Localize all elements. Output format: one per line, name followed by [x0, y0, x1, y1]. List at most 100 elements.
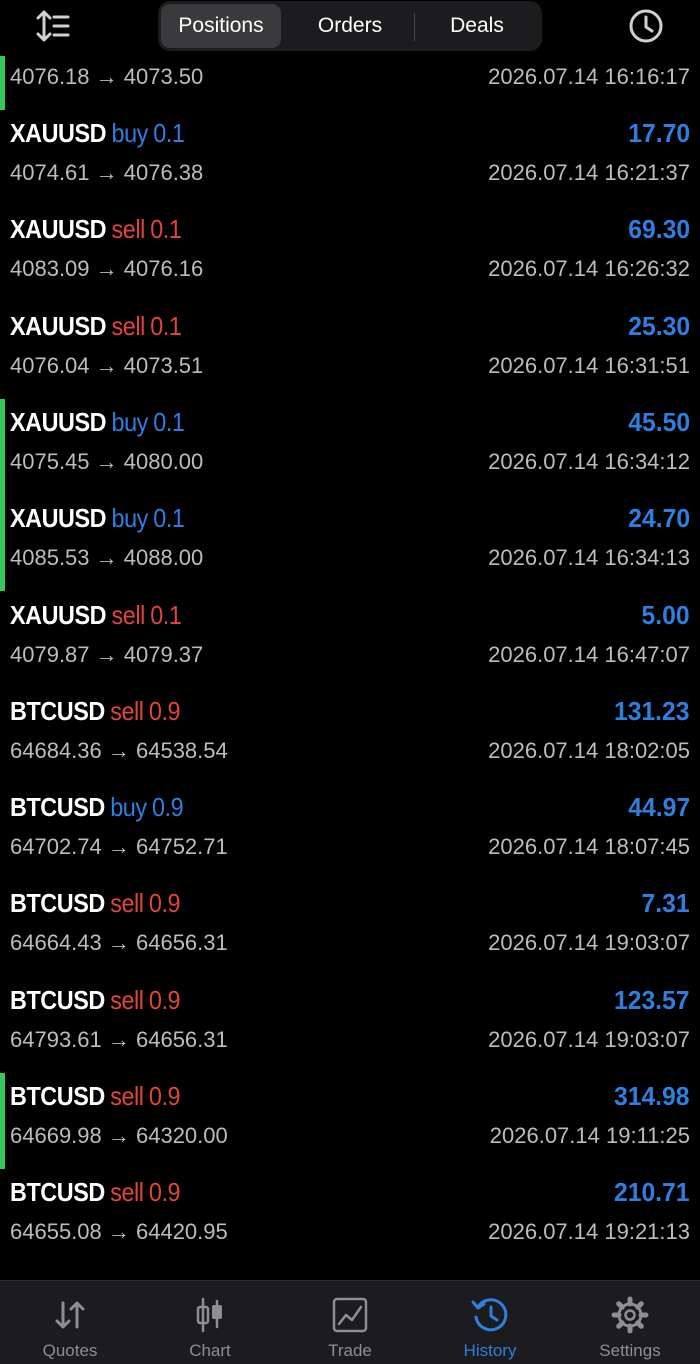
- deal-symbol: XAUUSD: [10, 503, 107, 534]
- price-range: 4074.61 → 4076.38: [10, 160, 204, 185]
- deal-title: XAUUSD sell 0.1: [10, 214, 182, 245]
- deal-volume: 0.1: [150, 599, 182, 630]
- deal-profit: 210.71: [614, 1177, 690, 1208]
- history-segmented-control: Positions Orders Deals: [158, 1, 542, 51]
- highlight-bar: [0, 1073, 5, 1169]
- deal-profit: 131.23: [614, 695, 690, 726]
- deal-symbol: XAUUSD: [10, 310, 107, 341]
- deal-time: 2026.07.14 16:21:37: [488, 160, 690, 185]
- tab-trade[interactable]: Trade: [280, 1281, 420, 1364]
- deal-side: sell: [110, 888, 144, 919]
- tab-deals[interactable]: Deals: [415, 4, 539, 48]
- deal-profit: 24.70: [628, 503, 690, 534]
- gear-icon: [611, 1296, 649, 1334]
- price-range: 4075.45 → 4080.00: [10, 448, 204, 474]
- list-item[interactable]: BTCUSD sell 0.9 131.23 64684.36 → 64538.54 20…: [0, 688, 700, 784]
- list-item[interactable]: XAUUSD sell 0.1 5.00 4079.87 → 4079.37 2026.0…: [0, 592, 700, 688]
- history-icon: [471, 1298, 508, 1332]
- deal-title: XAUUSD sell 0.1: [10, 599, 182, 631]
- clock-icon: [629, 9, 663, 43]
- deal-symbol: BTCUSD: [10, 792, 105, 823]
- deal-profit: 44.97: [628, 792, 690, 823]
- deal-time: 2026.07.14 19:03:07: [488, 930, 690, 956]
- deal-time: 2026.07.14 16:34:12: [488, 448, 690, 474]
- deal-volume: 0.9: [148, 1177, 181, 1208]
- deal-side: buy: [111, 118, 149, 148]
- deal-time: 2026.07.14 19:21:13: [488, 1219, 690, 1245]
- deal-time: 2026.07.14 16:34:13: [488, 545, 690, 571]
- tab-label: Settings: [599, 1341, 661, 1360]
- deal-side: sell: [110, 984, 144, 1015]
- deal-time: 2026.07.14 16:26:32: [488, 256, 690, 282]
- deal-symbol: BTCUSD: [10, 695, 105, 726]
- deal-volume: 0.1: [153, 503, 185, 534]
- price-range: 64669.98 → 64320.00: [10, 1123, 228, 1148]
- deal-time: 2026.07.14 19:11:25: [489, 1123, 690, 1148]
- deal-side: sell: [111, 310, 146, 341]
- deal-profit: 7.31: [641, 888, 690, 919]
- price-range: 4076.18 → 4073.50: [10, 64, 204, 89]
- list-item[interactable]: XAUUSD buy 0.1 45.50 4075.45 → 4080.00 2026.0…: [0, 398, 700, 495]
- deal-symbol: XAUUSD: [10, 214, 107, 245]
- tab-label: History: [463, 1341, 517, 1360]
- list-item[interactable]: XAUUSD buy 0.1 24.70 4085.53 → 4088.00 2026.0…: [0, 495, 700, 592]
- deal-symbol: BTCUSD: [10, 888, 105, 919]
- highlight-bar: [0, 56, 5, 110]
- trade-icon: [332, 1297, 368, 1333]
- deal-volume: 0.9: [148, 695, 181, 726]
- deal-volume: 0.9: [151, 792, 184, 823]
- quotes-icon: [55, 1301, 85, 1329]
- price-range: 4083.09 → 4076.16: [10, 256, 204, 282]
- deal-time: 2026.07.14 18:02:05: [488, 737, 690, 763]
- deal-volume: 0.9: [148, 1081, 181, 1111]
- deal-side: sell: [110, 1177, 144, 1208]
- list-item[interactable]: BTCUSD sell 0.9 123.57 64793.61 → 64656.31 20…: [0, 977, 700, 1073]
- deal-title: XAUUSD buy 0.1: [10, 406, 185, 438]
- deal-side: buy: [111, 406, 149, 437]
- sort-button[interactable]: [34, 8, 72, 44]
- deal-volume: 0.1: [150, 310, 182, 341]
- list-item[interactable]: BTCUSD sell 0.9 314.98 64669.98 → 64320.00 20…: [0, 1073, 700, 1169]
- list-item[interactable]: XAUUSD sell 0.1 69.30 4083.09 → 4076.16 2026.…: [0, 206, 700, 302]
- list-item[interactable]: 4076.18 → 4073.50 2026.07.14 16:16:17: [0, 56, 700, 110]
- deal-profit: 123.57: [614, 984, 690, 1015]
- deal-title: XAUUSD buy 0.1: [10, 503, 185, 534]
- deal-title: BTCUSD sell 0.9: [10, 1081, 181, 1112]
- tab-label: Quotes: [42, 1341, 98, 1360]
- period-button[interactable]: [626, 6, 666, 46]
- deal-symbol: BTCUSD: [10, 1177, 105, 1208]
- deal-side: buy: [111, 503, 149, 534]
- deal-time: 2026.07.14 18:07:45: [488, 834, 690, 860]
- tab-positions[interactable]: Positions: [161, 4, 281, 48]
- deal-volume: 0.9: [148, 984, 181, 1015]
- tab-quotes[interactable]: Quotes: [0, 1281, 140, 1364]
- deal-symbol: XAUUSD: [10, 118, 107, 148]
- list-item[interactable]: BTCUSD buy 0.9 44.97 64702.74 → 64752.71 2026…: [0, 784, 700, 880]
- list-item[interactable]: BTCUSD sell 0.9 7.31 64664.43 → 64656.31 2026…: [0, 880, 700, 976]
- deal-profit: 45.50: [628, 406, 690, 437]
- deal-time: 2026.07.14 19:03:07: [488, 1026, 690, 1052]
- deal-volume: 0.1: [153, 118, 185, 148]
- list-item[interactable]: XAUUSD buy 0.1 17.70 4074.61 → 4076.38 2026.0…: [0, 110, 700, 206]
- deals-list[interactable]: 4076.18 → 4073.50 2026.07.14 16:16:17 XA…: [0, 56, 700, 1276]
- price-range: 64793.61 → 64656.31: [10, 1026, 228, 1052]
- deal-title: XAUUSD sell 0.1: [10, 310, 182, 342]
- deal-title: BTCUSD sell 0.9: [10, 695, 181, 727]
- list-item[interactable]: BTCUSD sell 0.9 210.71 64655.08 → 64420.95 20…: [0, 1169, 700, 1265]
- deal-title: BTCUSD buy 0.9: [10, 792, 184, 823]
- deal-symbol: XAUUSD: [10, 599, 107, 630]
- deal-side: sell: [110, 1081, 144, 1111]
- price-range: 64684.36 → 64538.54: [10, 737, 228, 763]
- tab-history[interactable]: History: [420, 1281, 560, 1364]
- deal-side: sell: [111, 214, 146, 245]
- tab-settings[interactable]: Settings: [560, 1281, 700, 1364]
- deal-symbol: XAUUSD: [10, 406, 107, 437]
- deal-time: 2026.07.14 16:47:07: [488, 641, 690, 667]
- deal-volume: 0.9: [148, 888, 181, 919]
- tab-chart[interactable]: Chart: [140, 1281, 280, 1364]
- list-item[interactable]: XAUUSD sell 0.1 25.30 4076.04 → 4073.51 2026.…: [0, 303, 700, 399]
- tab-orders[interactable]: Orders: [286, 4, 414, 48]
- price-range: 4079.87 → 4079.37: [10, 641, 204, 667]
- price-range: 64702.74 → 64752.71: [10, 834, 228, 860]
- deal-title: XAUUSD buy 0.1: [10, 118, 185, 149]
